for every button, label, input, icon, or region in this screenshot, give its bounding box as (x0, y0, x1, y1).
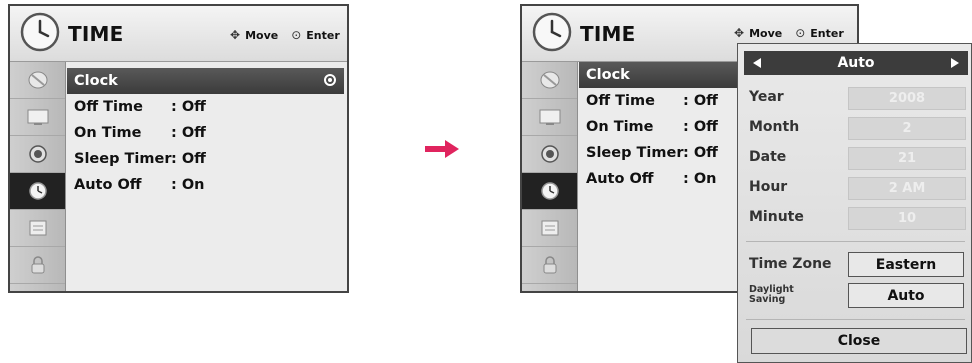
menu-item-label: On Time (74, 125, 142, 141)
page-title: TIME (68, 22, 124, 46)
monitor-icon (27, 109, 48, 125)
daylight-label-line2: Saving (749, 294, 786, 305)
hour-field: 2 AM (848, 177, 966, 200)
minute-label: Minute (749, 209, 804, 225)
sidebar-item-audio[interactable] (10, 136, 65, 173)
time-zone-select[interactable]: Eastern (848, 252, 964, 277)
enter-hint-label: Enter (306, 28, 340, 42)
month-field: 2 (848, 117, 966, 140)
move-hint-label: Move (245, 28, 279, 42)
menu-item-label: Clock (586, 67, 630, 83)
menu-item-label: Clock (74, 73, 118, 89)
daylight-saving-label: Daylight Saving (749, 285, 794, 305)
divider (746, 241, 965, 242)
sidebar-item-setup[interactable] (522, 62, 577, 99)
close-button[interactable]: Close (751, 328, 967, 354)
speaker-icon (28, 145, 47, 163)
enter-radio-icon (324, 74, 336, 86)
hint-bar: ✥ Move ⊙ Enter (734, 26, 844, 40)
sidebar-item-setup[interactable] (10, 62, 65, 99)
page-title: TIME (580, 22, 636, 46)
clock-icon (28, 182, 47, 200)
category-sidebar (10, 62, 66, 291)
move-arrows-icon: ✥ (230, 28, 241, 42)
arrow-left-icon[interactable] (753, 58, 761, 68)
menu-item-value: : Off (171, 99, 206, 115)
enter-hint-label: Enter (810, 26, 844, 40)
clock-icon (532, 12, 572, 52)
arrow-right-icon[interactable] (951, 58, 959, 68)
satellite-icon (540, 71, 559, 89)
date-label: Date (749, 149, 787, 165)
sidebar-item-picture[interactable] (10, 99, 65, 136)
clock-icon (20, 12, 60, 52)
menu-item-value: : Off (683, 93, 718, 109)
date-field: 21 (848, 147, 966, 170)
time-zone-label: Time Zone (749, 256, 832, 272)
monitor-icon (539, 109, 560, 125)
menu-item-label: On Time (586, 119, 654, 135)
menu-item-value: : On (171, 177, 205, 193)
menu-item-label: Sleep Timer (586, 145, 684, 161)
menu-item-label: Off Time (74, 99, 143, 115)
sidebar-item-lock[interactable] (522, 247, 577, 284)
menu-item-label: Auto Off (74, 177, 142, 193)
daylight-saving-select[interactable]: Auto (848, 283, 964, 308)
padlock-icon (31, 256, 44, 274)
satellite-icon (28, 71, 47, 89)
menu-item-value: : Off (683, 119, 718, 135)
divider (746, 319, 965, 320)
speaker-icon (540, 145, 559, 163)
menu-item-on-time[interactable]: On Time : Off (67, 120, 344, 146)
sidebar-item-picture[interactable] (522, 99, 577, 136)
arrow-right-icon (425, 140, 459, 158)
menu-item-auto-off[interactable]: Auto Off : On (67, 172, 344, 198)
clock-mode-value: Auto (837, 55, 875, 71)
sidebar-item-audio[interactable] (522, 136, 577, 173)
menu-item-off-time[interactable]: Off Time : Off (67, 94, 344, 120)
menu-item-label: Off Time (586, 93, 655, 109)
year-field: 2008 (848, 87, 966, 110)
hour-label: Hour (749, 179, 788, 195)
clock-settings-panel: Auto Year 2008 Month 2 Date 21 Hour 2 AM… (737, 43, 972, 363)
sidebar-item-option[interactable] (522, 210, 577, 247)
clock-icon (540, 182, 559, 200)
category-sidebar (522, 62, 578, 291)
sidebar-item-time[interactable] (10, 173, 65, 210)
move-hint-label: Move (749, 26, 783, 40)
year-label: Year (749, 89, 784, 105)
menu-item-label: Sleep Timer (74, 151, 172, 167)
menu-item-value: : Off (171, 125, 206, 141)
menu-header: TIME ✥ Move ⊙ Enter (10, 6, 347, 62)
clock-mode-selector[interactable]: Auto (744, 51, 968, 75)
menu-item-value: : Off (171, 151, 206, 167)
lock-list-icon (29, 220, 46, 236)
menu-item-clock[interactable]: Clock (67, 68, 344, 94)
sidebar-item-option[interactable] (10, 210, 65, 247)
sidebar-item-lock[interactable] (10, 247, 65, 284)
enter-icon: ⊙ (795, 26, 806, 40)
sidebar-item-time[interactable] (522, 173, 577, 210)
lock-list-icon (541, 220, 558, 236)
move-arrows-icon: ✥ (734, 26, 745, 40)
menu-item-label: Auto Off (586, 171, 654, 187)
minute-field: 10 (848, 207, 966, 230)
menu-item-value: : On (683, 171, 717, 187)
month-label: Month (749, 119, 800, 135)
menu-item-value: : Off (683, 145, 718, 161)
enter-icon: ⊙ (291, 28, 302, 42)
time-menu-left: TIME ✥ Move ⊙ Enter Clock Off Time: Off… (8, 4, 349, 293)
menu-item-sleep-timer[interactable]: Sleep Timer : Off (67, 146, 344, 172)
hint-bar: ✥ Move ⊙ Enter (230, 28, 340, 42)
padlock-icon (543, 256, 556, 274)
